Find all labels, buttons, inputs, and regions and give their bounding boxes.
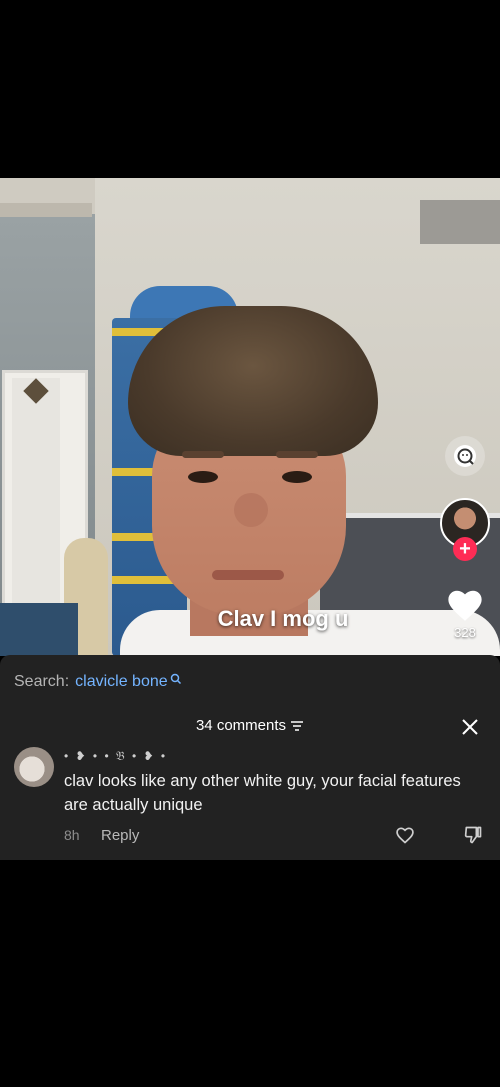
search-suggestion[interactable]: Search: clavicle bone <box>14 673 182 691</box>
comments-count: 34 comments <box>195 717 287 734</box>
face-search-icon <box>454 445 476 467</box>
face-search-button[interactable] <box>445 436 485 476</box>
wall-ledge <box>420 200 500 244</box>
comment-item: • ❥ • • 𝔅 • ❥ • clav looks like any othe… <box>0 747 500 859</box>
video-player[interactable] <box>0 178 500 656</box>
person-eye <box>188 471 218 483</box>
person-nose <box>234 493 268 527</box>
person-brow <box>276 451 318 458</box>
comments-header: 34 comments <box>0 717 500 741</box>
person-hair <box>128 306 378 456</box>
comments-count-button[interactable]: 34 comments <box>196 717 304 734</box>
like-count: 328 <box>454 625 476 640</box>
search-icon <box>170 673 181 685</box>
avatar[interactable] <box>14 747 54 787</box>
search-prefix: Search: <box>14 673 70 690</box>
comments-sheet: Search: clavicle bone 34 comments • ❥ • … <box>0 655 500 860</box>
person-mouth <box>212 570 284 580</box>
heart-outline-icon[interactable] <box>395 825 415 845</box>
person-brow <box>182 451 224 458</box>
comment-time: 8h <box>64 827 80 843</box>
reply-button[interactable]: Reply <box>101 827 139 844</box>
close-icon[interactable] <box>460 717 480 737</box>
video-caption: Clav I mog u <box>217 606 349 631</box>
comment-username[interactable]: • ❥ • • 𝔅 • ❥ • <box>64 749 167 764</box>
person-eye <box>282 471 312 483</box>
heart-icon[interactable] <box>446 587 484 623</box>
filter-icon <box>291 720 304 731</box>
dislike-icon[interactable] <box>463 825 483 845</box>
search-term[interactable]: clavicle bone <box>75 673 168 691</box>
plus-icon: + <box>459 538 471 560</box>
follow-button[interactable]: + <box>453 537 477 561</box>
comment-text: clav looks like any other white guy, you… <box>64 772 461 814</box>
ceiling-beam <box>0 203 92 217</box>
